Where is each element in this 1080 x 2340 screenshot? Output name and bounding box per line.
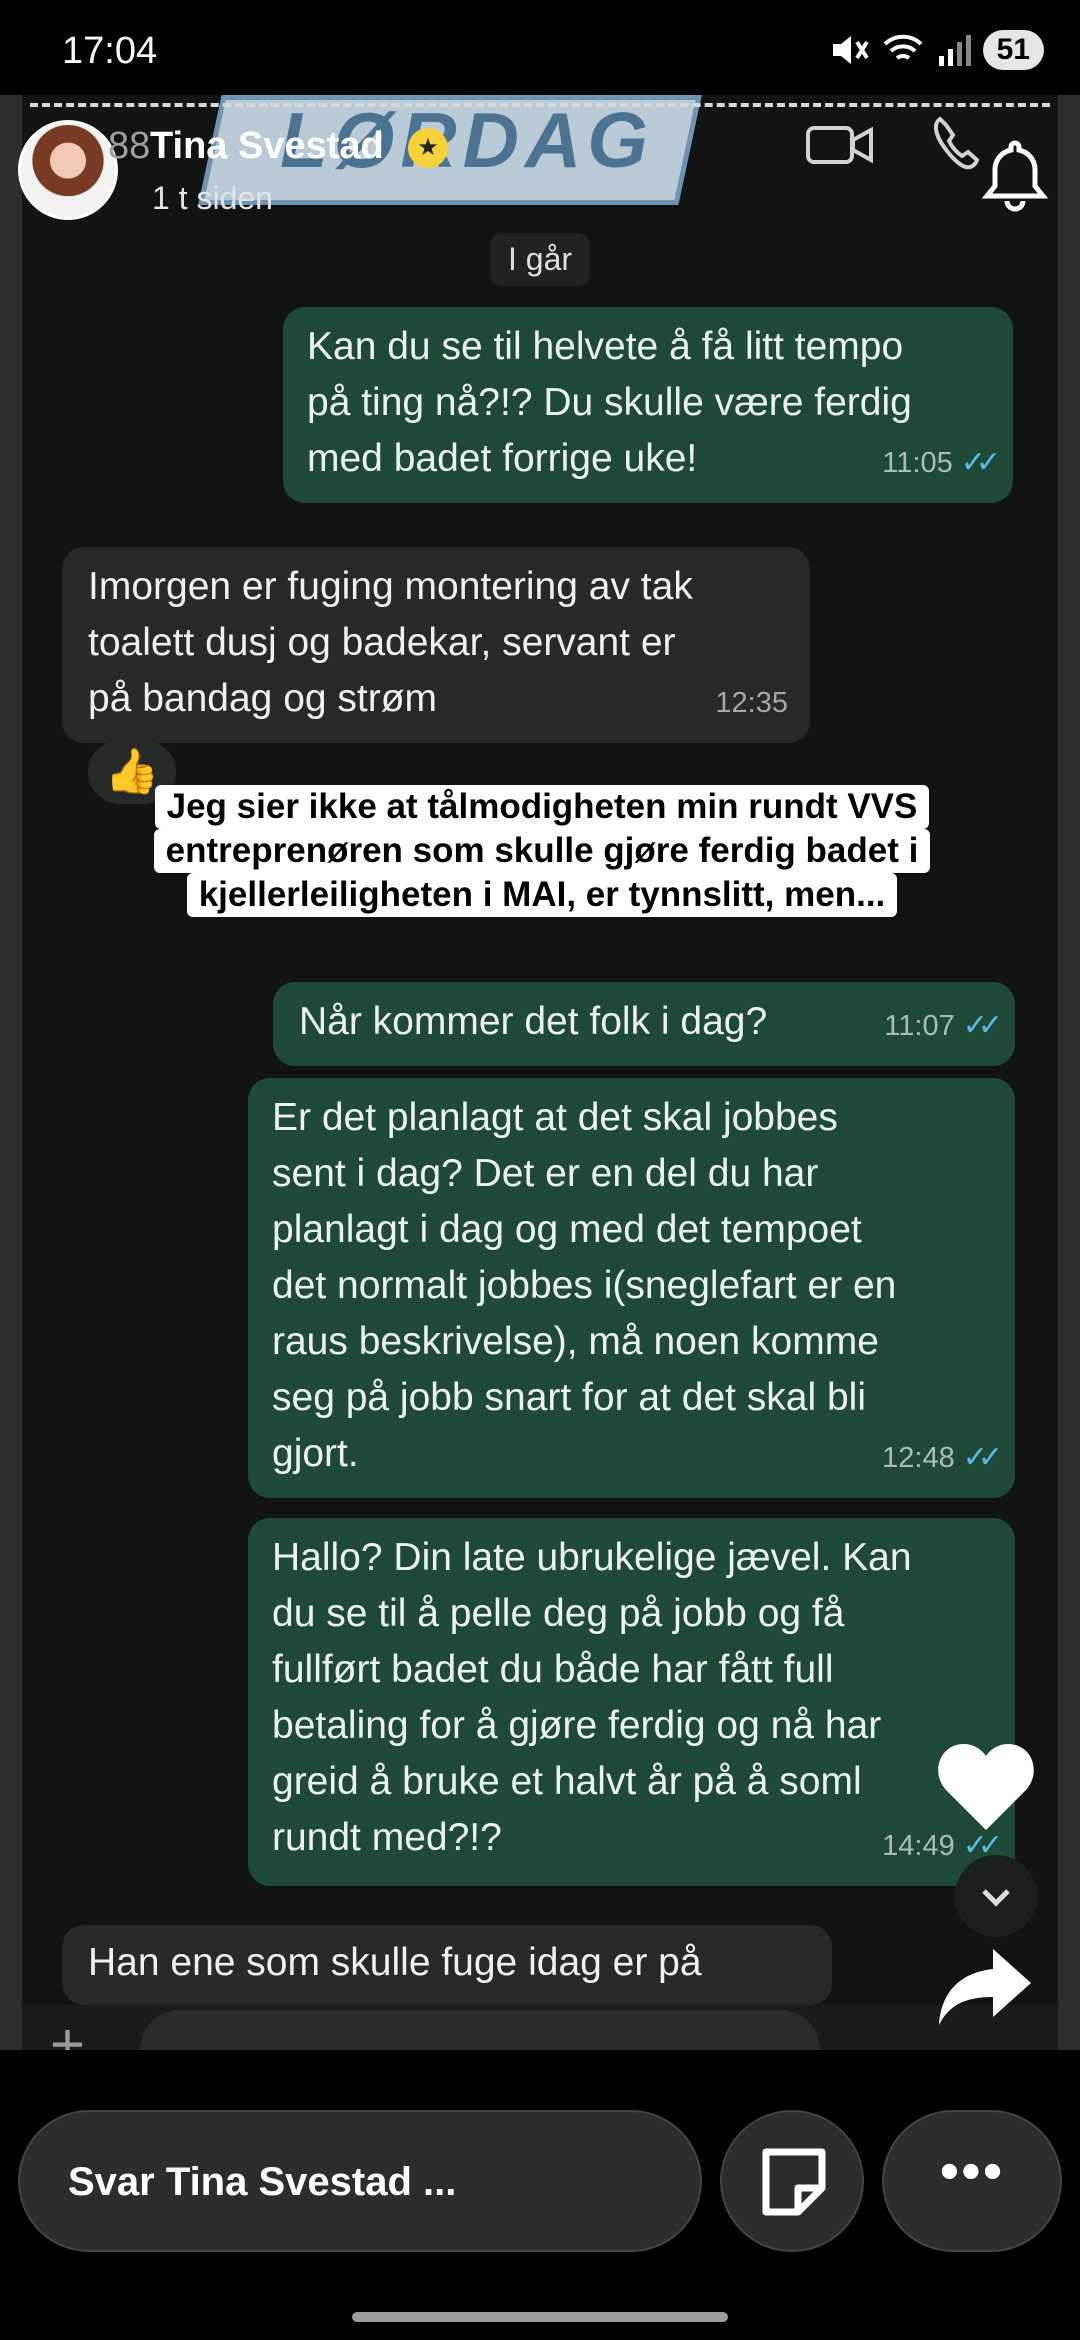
caption-line: kjellerleiligheten i MAI, er tynnslitt, … <box>186 873 898 917</box>
status-time: 17:04 <box>62 30 158 72</box>
read-ticks-icon: ✓✓ <box>960 446 1001 479</box>
home-indicator[interactable] <box>352 2312 728 2322</box>
chevron-down-icon <box>982 1889 1010 1907</box>
message-meta: 11:07 ✓✓ <box>884 998 1003 1054</box>
share-arrow-button[interactable] <box>935 1945 1035 2029</box>
chat-message-out: Når kommer det folk i dag? 11:07 ✓✓ <box>273 982 1015 1066</box>
message-text: Han ene som skulle fuge idag er på <box>88 1941 702 1984</box>
story-caption: Jeg sier ikke at tålmodigheten min rundt… <box>98 785 986 917</box>
scroll-down-button <box>955 1855 1037 1937</box>
read-ticks-icon: ✓✓ <box>962 1009 1003 1042</box>
more-options-button[interactable]: ••• <box>882 2110 1062 2252</box>
reply-input[interactable]: Svar Tina Svestad ... <box>18 2110 702 2252</box>
signal-icon <box>938 35 971 66</box>
message-meta: 11:05 ✓✓ <box>882 435 1001 491</box>
story-progress-bar <box>30 103 1050 107</box>
caption-line: entreprenøren som skulle gjøre ferdig ba… <box>153 829 931 873</box>
date-chip: I går <box>490 233 591 286</box>
message-time: 12:35 <box>715 687 788 719</box>
message-time: 11:05 <box>882 447 953 479</box>
story-frame[interactable]: LØRDAG 88 Tina Svestad ★ 1 t siden I går… <box>0 95 1080 2050</box>
status-bar: 17:04 51 <box>0 0 1080 100</box>
chat-message-out: Er det planlagt at det skal jobbes sent … <box>248 1078 1015 1498</box>
avatar-prefix-text: 88 <box>108 125 151 167</box>
video-call-icon <box>806 126 873 164</box>
star-icon: ★ <box>408 128 448 168</box>
mute-icon <box>832 36 869 64</box>
wifi-icon <box>883 34 923 60</box>
story-user-name[interactable]: Tina Svestad <box>150 125 384 168</box>
attach-plus-icon: + <box>50 2011 86 2050</box>
sticker-button[interactable] <box>720 2110 864 2252</box>
heart-like-button[interactable] <box>936 1740 1036 1834</box>
chat-message-out: Hallo? Din late ubrukelige jævel. Kan du… <box>248 1518 1015 1886</box>
chat-message-in: Han ene som skulle fuge idag er på <box>62 1925 832 2005</box>
message-meta: 12:35 <box>715 675 788 731</box>
message-text: Er det planlagt at det skal jobbes sent … <box>272 1096 897 1475</box>
message-time: 11:07 <box>884 1010 955 1042</box>
sticker-icon <box>762 2148 826 2216</box>
status-icons: 51 <box>829 30 1044 70</box>
avatar[interactable] <box>18 120 118 220</box>
story-timestamp: 1 t siden <box>152 180 273 216</box>
reply-placeholder: Svar Tina Svestad ... <box>68 2160 457 2204</box>
chat-message-out: Kan du se til helvete å få litt tempo på… <box>283 307 1013 503</box>
message-time: 12:48 <box>882 1442 955 1474</box>
notification-bell-icon[interactable] <box>975 135 1055 215</box>
read-ticks-icon: ✓✓ <box>962 1441 1003 1474</box>
message-meta: 12:48 ✓✓ <box>882 1430 1003 1486</box>
caption-line: Jeg sier ikke at tålmodigheten min rundt… <box>154 785 930 829</box>
battery-icon: 51 <box>982 30 1044 70</box>
message-text: Hallo? Din late ubrukelige jævel. Kan du… <box>272 1536 912 1859</box>
message-text: Imorgen er fuging montering av tak toale… <box>88 565 693 720</box>
chat-composer-field <box>140 2010 820 2050</box>
chat-message-in: Imorgen er fuging montering av tak toale… <box>62 547 810 743</box>
